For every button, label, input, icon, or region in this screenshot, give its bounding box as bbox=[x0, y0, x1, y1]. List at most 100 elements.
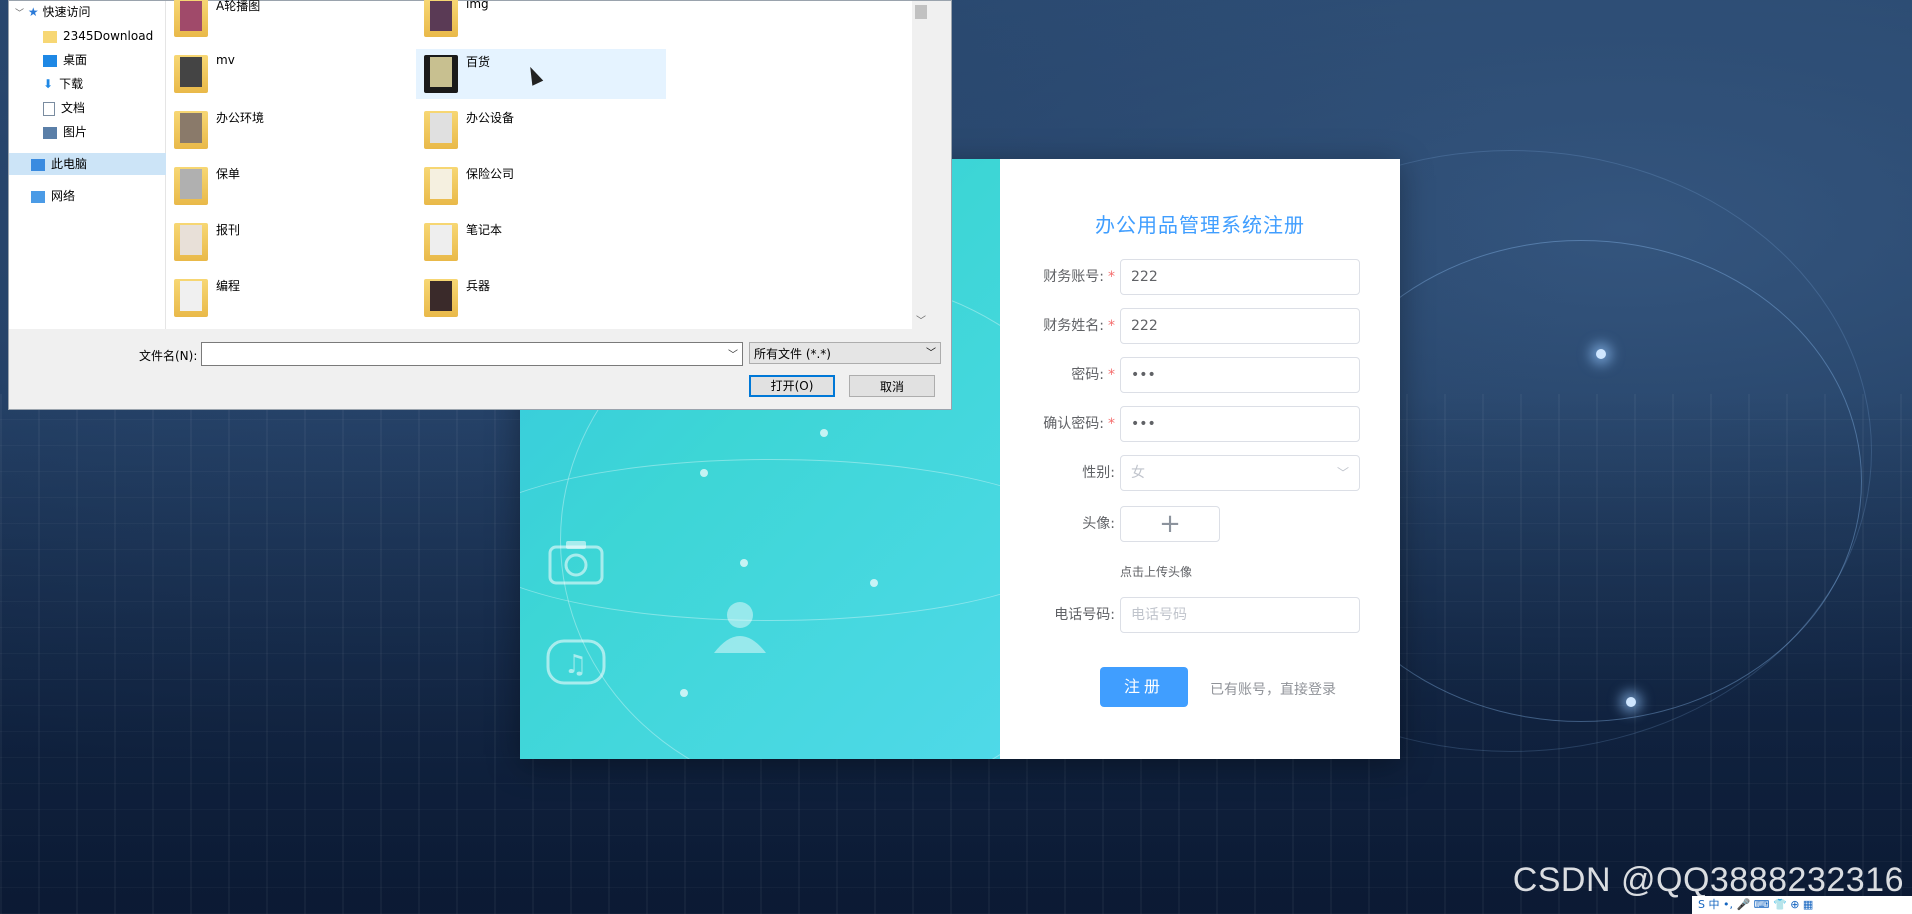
gender-label: 性别: bbox=[1082, 465, 1115, 481]
plus-icon: + bbox=[1159, 509, 1181, 539]
folder-item[interactable]: 百货 bbox=[416, 49, 666, 99]
folder-icon bbox=[174, 55, 208, 93]
filename-label: 文件名(N): bbox=[139, 349, 198, 363]
register-form: 办公用品管理系统注册 财务账号: * 222 财务姓名: * 222 密码: * ••… bbox=[1000, 159, 1400, 759]
folder-icon bbox=[174, 111, 208, 149]
nav-this-pc[interactable]: 此电脑 bbox=[9, 153, 187, 175]
chevron-down-icon: ﹀ bbox=[926, 348, 936, 359]
picture-icon bbox=[43, 126, 57, 139]
folder-item[interactable]: 兵器 bbox=[416, 273, 666, 323]
phone-row: 电话号码: 电话号码 bbox=[1000, 597, 1400, 633]
glow-dot bbox=[1626, 697, 1636, 707]
network-node bbox=[820, 429, 828, 437]
confirm-password-row: 确认密码: * ••• bbox=[1000, 406, 1400, 442]
open-button[interactable]: 打开(O) bbox=[749, 375, 835, 397]
phone-label: 电话号码: bbox=[1054, 607, 1115, 623]
nav-label: 下载 bbox=[59, 77, 84, 91]
computer-icon bbox=[31, 158, 45, 171]
name-label: 财务姓名: * bbox=[1043, 318, 1115, 334]
account-label: 财务账号: * bbox=[1043, 269, 1115, 285]
nav-label: 网络 bbox=[51, 189, 76, 203]
folder-item[interactable]: 保险公司 bbox=[416, 161, 666, 211]
user-icon bbox=[710, 599, 770, 659]
desktop-icon bbox=[43, 54, 57, 67]
nav-network[interactable]: 网络 bbox=[9, 185, 187, 207]
gender-value: 女 bbox=[1131, 465, 1145, 481]
confirm-password-input[interactable]: ••• bbox=[1120, 406, 1360, 442]
required-star: * bbox=[1108, 416, 1115, 432]
account-input[interactable]: 222 bbox=[1120, 259, 1360, 295]
folder-item[interactable]: 办公环境 bbox=[166, 105, 416, 155]
login-link[interactable]: 已有账号，直接登录 bbox=[1210, 679, 1336, 699]
star-icon: ★ bbox=[27, 5, 39, 19]
folder-icon bbox=[424, 223, 458, 261]
folder-item[interactable]: 保单 bbox=[166, 161, 416, 211]
expand-arrow-icon: ﹀ bbox=[15, 9, 25, 19]
cancel-button[interactable]: 取消 bbox=[849, 375, 935, 397]
required-star: * bbox=[1108, 367, 1115, 383]
nav-label: 快速访问 bbox=[42, 5, 91, 19]
folder-item[interactable]: 报刊 bbox=[166, 217, 416, 267]
network-node bbox=[870, 579, 878, 587]
folder-item[interactable]: img bbox=[416, 0, 666, 43]
chevron-down-icon: ﹀ bbox=[1336, 466, 1349, 480]
confirm-password-label: 确认密码: * bbox=[1043, 416, 1115, 432]
file-list: A轮播图 img mv 百货 办公环境 办公设备 保单 保险公司 报刊 笔记本 … bbox=[166, 0, 930, 329]
nav-label: 桌面 bbox=[63, 53, 88, 67]
avatar-label: 头像: bbox=[1082, 516, 1115, 532]
folder-item[interactable]: mv bbox=[166, 49, 416, 99]
nav-label: 图片 bbox=[63, 125, 88, 139]
network-node bbox=[740, 559, 748, 567]
file-open-dialog: ﹀ ★ 快速访问 2345Download 📌 桌面 📌 ⬇下载 📌 文档 📌 … bbox=[8, 0, 952, 410]
chevron-down-icon[interactable]: ﹀ bbox=[916, 312, 926, 327]
nav-label: 2345Download bbox=[63, 29, 154, 43]
password-input[interactable]: ••• bbox=[1120, 357, 1360, 393]
network-icon bbox=[31, 190, 45, 203]
watermark: CSDN @QQ3888232316 bbox=[1512, 861, 1904, 899]
filetype-value: 所有文件 (*.*) bbox=[754, 347, 831, 361]
network-node bbox=[680, 689, 688, 697]
required-star: * bbox=[1108, 269, 1115, 285]
folder-icon bbox=[424, 167, 458, 205]
password-row: 密码: * ••• bbox=[1000, 357, 1400, 393]
nav-label: 文档 bbox=[61, 101, 86, 115]
folder-icon bbox=[174, 0, 208, 37]
folder-icon bbox=[424, 55, 458, 93]
phone-input[interactable]: 电话号码 bbox=[1120, 597, 1360, 633]
avatar-upload-button[interactable]: + bbox=[1120, 506, 1220, 542]
folder-icon bbox=[424, 0, 458, 37]
music-icon: ♫ bbox=[546, 639, 606, 689]
folder-item[interactable]: A轮播图 bbox=[166, 0, 416, 43]
account-row: 财务账号: * 222 bbox=[1000, 259, 1400, 295]
folder-icon bbox=[174, 223, 208, 261]
nav-quick-access[interactable]: ﹀ ★ 快速访问 bbox=[9, 1, 171, 23]
folder-icon bbox=[424, 279, 458, 317]
ime-tray[interactable]: S 中 •, 🎤 ⌨ 👕 ⊕ ▦ bbox=[1692, 896, 1912, 914]
register-button[interactable]: 注册 bbox=[1100, 667, 1188, 707]
folder-item[interactable]: 办公设备 bbox=[416, 105, 666, 155]
camera-icon bbox=[548, 539, 604, 589]
folder-item[interactable]: 笔记本 bbox=[416, 217, 666, 267]
folder-icon bbox=[43, 30, 57, 43]
name-input[interactable]: 222 bbox=[1120, 308, 1360, 344]
folder-icon bbox=[424, 111, 458, 149]
folder-icon bbox=[174, 279, 208, 317]
network-node bbox=[700, 469, 708, 477]
upload-tip: 点击上传头像 bbox=[1120, 565, 1193, 579]
name-row: 财务姓名: * 222 bbox=[1000, 308, 1400, 344]
filetype-select[interactable]: 所有文件 (*.*) ﹀ bbox=[749, 342, 941, 364]
filename-input[interactable]: ﹀ bbox=[201, 342, 743, 366]
folder-item[interactable]: 编程 bbox=[166, 273, 416, 323]
download-icon: ⬇ bbox=[43, 77, 54, 91]
chevron-down-icon[interactable]: ﹀ bbox=[728, 346, 738, 361]
nav-label: 此电脑 bbox=[51, 157, 88, 171]
vertical-scrollbar[interactable]: ﹀ bbox=[912, 1, 930, 329]
required-star: * bbox=[1108, 318, 1115, 334]
scrollbar-thumb[interactable] bbox=[915, 5, 927, 19]
avatar-row: 头像: + bbox=[1000, 506, 1400, 542]
gender-select[interactable]: 女 ﹀ bbox=[1120, 455, 1360, 491]
glow-dot bbox=[1596, 349, 1606, 359]
folder-icon bbox=[174, 167, 208, 205]
gender-row: 性别: 女 ﹀ bbox=[1000, 455, 1400, 491]
document-icon bbox=[43, 101, 55, 116]
